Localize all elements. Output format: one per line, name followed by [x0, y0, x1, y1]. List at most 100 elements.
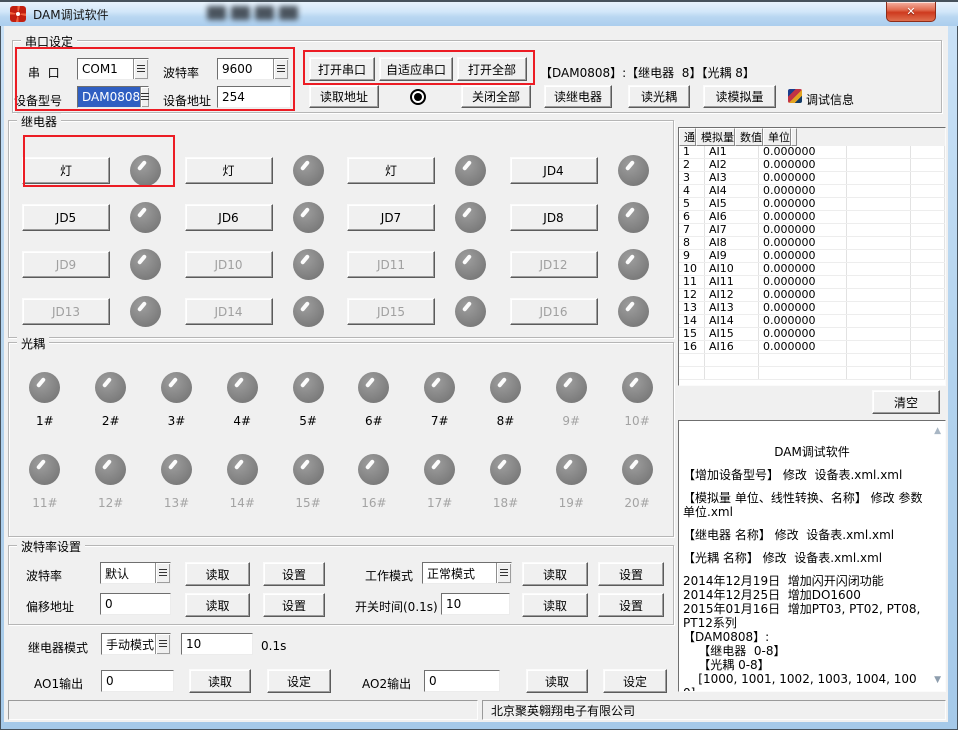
table-row[interactable]: 16 AI16 0.000000 — [679, 341, 945, 354]
relay-mode-time-input[interactable]: 10 — [181, 633, 253, 655]
relay-button[interactable]: JD13 — [22, 298, 110, 325]
read-analog-button[interactable]: 读模拟量 — [703, 85, 776, 108]
relay-button[interactable]: JD14 — [185, 298, 273, 325]
baud-select[interactable]: 默认 — [100, 562, 171, 584]
info-line: 【继电器 名称】 修改 设备表.xml.xml — [683, 528, 925, 542]
cell-unit — [847, 211, 911, 223]
baud-read-button[interactable]: 读取 — [185, 562, 250, 586]
work-mode-set-button[interactable]: 设置 — [598, 562, 664, 586]
table-row[interactable]: 1 AI1 0.000000 — [679, 146, 945, 159]
cell-value — [759, 367, 847, 379]
switch-time-set-button[interactable]: 设置 — [598, 593, 664, 617]
combo-dropdown-icon[interactable] — [140, 87, 149, 107]
relay-button[interactable]: JD16 — [510, 298, 598, 325]
table-row[interactable]: 7 AI7 0.000000 — [679, 224, 945, 237]
analog-table-header-cell[interactable]: 模拟量 — [696, 128, 735, 146]
ao2-input[interactable]: 0 — [424, 670, 500, 692]
relay-knob-icon — [618, 249, 649, 280]
scroll-up-icon[interactable]: ▲ — [934, 427, 941, 436]
relay-button[interactable]: 灯 — [22, 157, 110, 184]
relay-button[interactable]: 灯 — [347, 157, 435, 184]
adaptive-serial-button[interactable]: 自适应串口 — [379, 57, 453, 81]
cell-extra — [911, 341, 945, 353]
read-relay-button[interactable]: 读继电器 — [544, 85, 612, 108]
combo-dropdown-icon[interactable] — [155, 563, 170, 583]
ao2-set-button[interactable]: 设定 — [603, 669, 667, 693]
relay-button[interactable]: JD5 — [22, 204, 110, 231]
table-row[interactable]: 5 AI5 0.000000 — [679, 198, 945, 211]
device-address-input[interactable]: 254 — [217, 86, 291, 108]
table-row[interactable]: 2 AI2 0.000000 — [679, 159, 945, 172]
table-row[interactable]: 9 AI9 0.000000 — [679, 250, 945, 263]
table-row[interactable] — [679, 367, 945, 380]
opto-cell: 11# — [29, 450, 60, 532]
table-row[interactable]: 6 AI6 0.000000 — [679, 211, 945, 224]
device-address-value: 254 — [222, 90, 245, 104]
scroll-down-icon[interactable]: ▼ — [934, 676, 941, 685]
offset-set-button[interactable]: 设置 — [263, 593, 325, 617]
cell-channel: 8 — [679, 237, 705, 249]
relay-button[interactable]: 灯 — [185, 157, 273, 184]
open-all-button[interactable]: 打开全部 — [457, 57, 527, 81]
relay-button[interactable]: JD7 — [347, 204, 435, 231]
relay-knob-icon — [455, 249, 486, 280]
analog-table-header-cell[interactable]: 数值 — [735, 128, 763, 146]
relay-button[interactable]: JD9 — [22, 251, 110, 278]
baud-set-button[interactable]: 设置 — [263, 562, 325, 586]
table-row[interactable]: 4 AI4 0.000000 — [679, 185, 945, 198]
offset-read-button[interactable]: 读取 — [185, 593, 250, 617]
ao1-read-button[interactable]: 读取 — [189, 669, 251, 693]
relay-button[interactable]: JD12 — [510, 251, 598, 278]
close-button[interactable]: ✕ — [886, 2, 936, 22]
opto-channel-label: 19# — [559, 496, 584, 510]
device-model-select[interactable]: DAM0808 — [77, 86, 149, 108]
clear-button[interactable]: 清空 — [872, 390, 940, 414]
baud-label: 波特率 — [26, 567, 62, 584]
combo-dropdown-icon[interactable] — [273, 59, 288, 79]
ao2-read-button[interactable]: 读取 — [526, 669, 588, 693]
combo-dropdown-icon[interactable] — [496, 563, 511, 583]
read-address-button[interactable]: 读取地址 — [309, 85, 379, 108]
table-row[interactable]: 12 AI12 0.000000 — [679, 289, 945, 302]
ao2-label: AO2输出 — [362, 675, 411, 692]
relay-button[interactable]: JD11 — [347, 251, 435, 278]
table-row[interactable]: 3 AI3 0.000000 — [679, 172, 945, 185]
opto-cell: 5# — [293, 368, 324, 450]
close-all-button[interactable]: 关闭全部 — [461, 85, 531, 108]
ao1-set-button[interactable]: 设定 — [267, 669, 331, 693]
combo-dropdown-icon[interactable] — [155, 634, 170, 654]
serial-port-select[interactable]: COM1 — [77, 58, 149, 80]
relay-button[interactable]: JD15 — [347, 298, 435, 325]
baud-rate-select[interactable]: 9600 — [217, 58, 289, 80]
relay-button[interactable]: JD4 — [510, 157, 598, 184]
opto-knob-icon — [161, 454, 192, 485]
table-row[interactable]: 10 AI10 0.000000 — [679, 263, 945, 276]
read-opto-button[interactable]: 读光耦 — [628, 85, 690, 108]
switch-time-input[interactable]: 10 — [441, 593, 510, 615]
opto-channel-label: 13# — [164, 496, 189, 510]
analog-table-header-cell[interactable] — [791, 128, 797, 146]
table-row[interactable] — [679, 354, 945, 367]
analog-table-header-cell[interactable]: 单位 — [763, 128, 791, 146]
switch-time-read-button[interactable]: 读取 — [522, 593, 588, 617]
relay-button[interactable]: JD6 — [185, 204, 273, 231]
relay-button[interactable]: JD10 — [185, 251, 273, 278]
combo-dropdown-icon[interactable] — [133, 59, 148, 79]
ao1-input[interactable]: 0 — [101, 670, 174, 692]
analog-table-header-cell[interactable]: 通 — [679, 128, 696, 146]
info-line: 【DAM0808】: — [683, 630, 925, 644]
cell-channel: 5 — [679, 198, 705, 210]
table-row[interactable]: 14 AI14 0.000000 — [679, 315, 945, 328]
relay-button[interactable]: JD8 — [510, 204, 598, 231]
table-row[interactable]: 13 AI13 0.000000 — [679, 302, 945, 315]
relay-mode-select[interactable]: 手动模式 — [101, 633, 171, 655]
cell-value: 0.000000 — [759, 237, 847, 249]
offset-address-input[interactable]: 0 — [100, 593, 171, 615]
work-mode-read-button[interactable]: 读取 — [522, 562, 588, 586]
table-row[interactable]: 11 AI11 0.000000 — [679, 276, 945, 289]
table-row[interactable]: 8 AI8 0.000000 — [679, 237, 945, 250]
table-row[interactable]: 15 AI15 0.000000 — [679, 328, 945, 341]
work-mode-select[interactable]: 正常模式 — [422, 562, 512, 584]
close-icon: ✕ — [906, 6, 915, 17]
open-serial-button[interactable]: 打开串口 — [309, 57, 375, 81]
